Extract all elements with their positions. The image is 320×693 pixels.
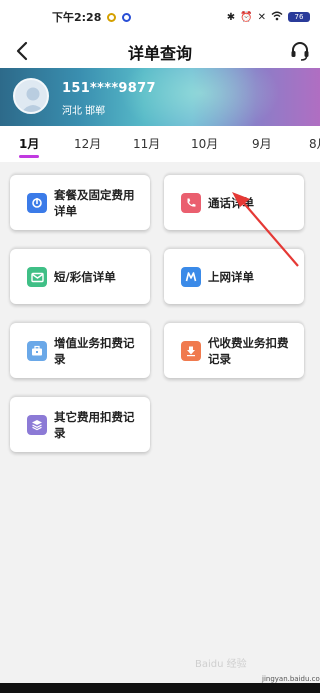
card-label: 代收费业务扣费记录 — [208, 336, 289, 366]
briefcase-icon — [27, 341, 47, 361]
active-tab-indicator — [19, 155, 39, 158]
header: 详单查询 — [0, 34, 320, 68]
annotation-arrow — [232, 192, 299, 267]
status-time: 下午2:28 — [52, 11, 102, 24]
page-title: 详单查询 — [127, 44, 192, 63]
watermark: Baidu 经验 — [195, 659, 247, 670]
mobile-data-icon — [181, 267, 201, 287]
card-value-added-charges[interactable]: 增值业务扣费记录 — [10, 323, 150, 378]
card-package-fee-details[interactable]: 套餐及固定费用详单 — [10, 175, 150, 230]
tab-month-12[interactable]: 12月 — [74, 135, 101, 152]
card-label: 短/彩信详单 — [54, 270, 116, 284]
bottom-bar — [0, 683, 320, 693]
bluetooth-icon: ✱ — [226, 11, 236, 23]
mute-icon: ✕ — [257, 11, 266, 23]
card-label: 增值业务扣费记录 — [54, 336, 135, 366]
user-location: 河北 邯郸 — [62, 106, 106, 117]
battery-icon: 76 — [288, 12, 310, 22]
status-icons: ✱ ⏰ ✕ 76 — [227, 11, 310, 24]
phone-number: 151****9877 — [62, 81, 156, 96]
notification-app-icon-2 — [122, 12, 132, 22]
headset-icon — [291, 42, 309, 61]
tab-month-1[interactable]: 1月 — [19, 135, 39, 152]
tab-month-10[interactable]: 10月 — [191, 135, 218, 152]
phone-call-icon — [181, 193, 201, 213]
wifi-icon — [271, 11, 283, 24]
card-other-charges[interactable]: 其它费用扣费记录 — [10, 397, 150, 452]
envelope-icon — [27, 267, 47, 287]
card-sms-mms-details[interactable]: 短/彩信详单 — [10, 249, 150, 304]
layers-icon — [27, 415, 47, 435]
customer-service-button[interactable] — [286, 37, 314, 65]
card-label: 其它费用扣费记录 — [54, 410, 135, 440]
card-collection-charges[interactable]: 代收费业务扣费记录 — [164, 323, 304, 378]
month-tabs: 1月 12月 11月 10月 9月 8月 — [0, 126, 320, 162]
status-bar: 下午2:28 ✱ ⏰ ✕ 76 — [0, 0, 320, 34]
tab-month-9[interactable]: 9月 — [252, 135, 272, 152]
alarm-icon: ⏰ — [240, 11, 253, 23]
watermark-url: jingyan.baidu.com — [262, 675, 320, 683]
avatar — [13, 78, 49, 114]
package-icon — [27, 193, 47, 213]
card-label: 上网详单 — [208, 270, 254, 284]
user-banner: 151****9877 河北 邯郸 — [0, 68, 320, 126]
notification-app-icon — [107, 12, 117, 22]
tab-month-11[interactable]: 11月 — [133, 135, 160, 152]
card-label: 套餐及固定费用详单 — [54, 188, 135, 218]
tab-month-8[interactable]: 8月 — [309, 135, 320, 152]
download-icon — [181, 341, 201, 361]
